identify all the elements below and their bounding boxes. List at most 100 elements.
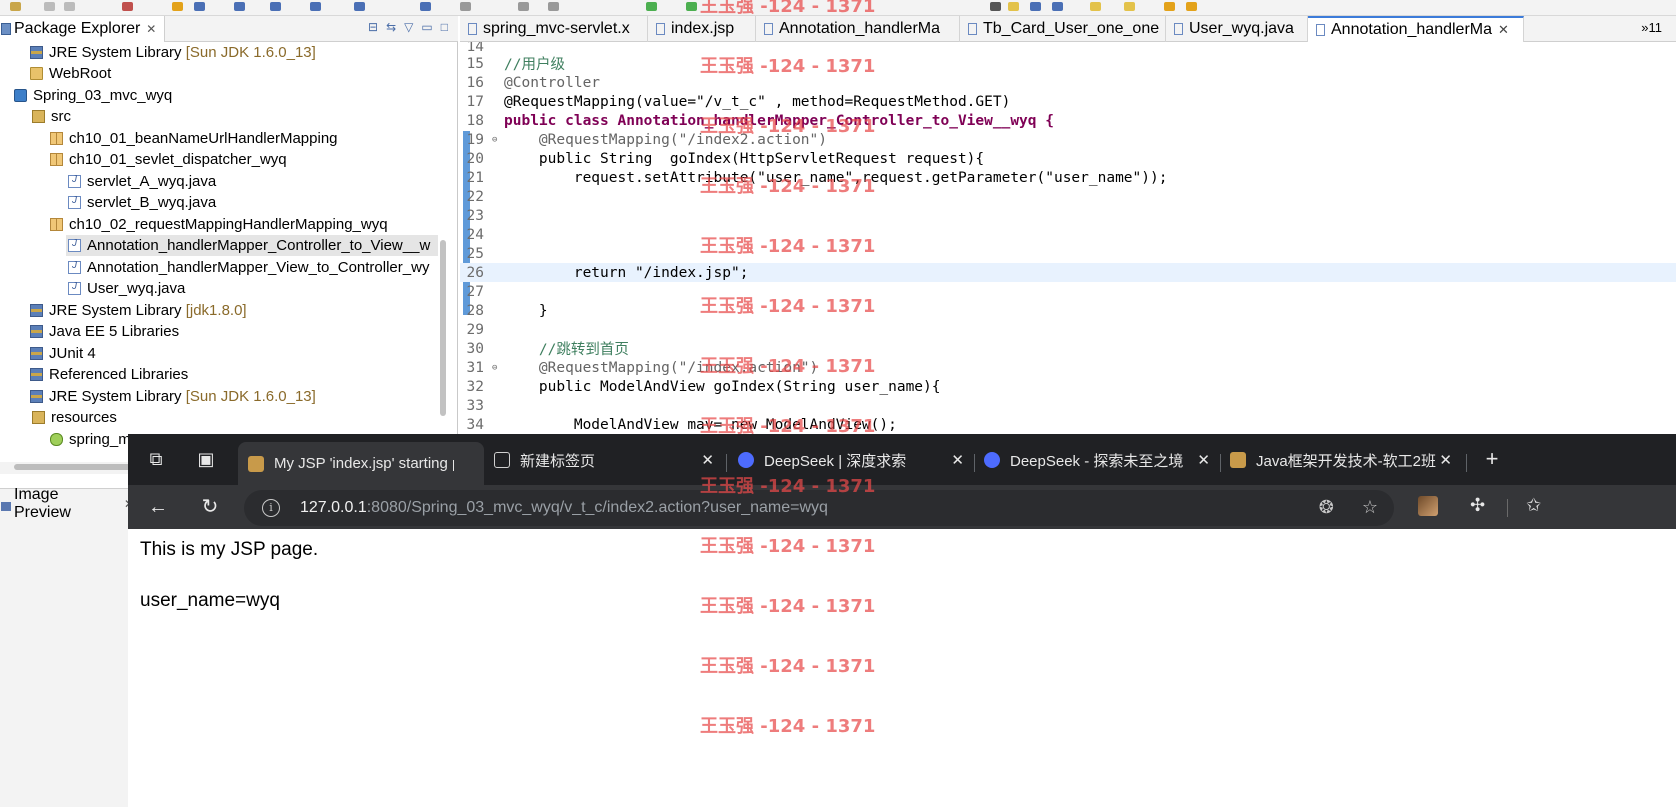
browser-tab-active[interactable]: My JSP 'index.jsp' starting p [238, 442, 484, 485]
favorites-icon[interactable]: ✩ [1526, 495, 1541, 516]
toolbar-icon[interactable] [1008, 2, 1019, 11]
editor-tab-active[interactable]: Annotation_handlerMa ✕ [1308, 16, 1524, 42]
close-icon[interactable]: ✕ [1439, 451, 1452, 469]
page-user-name: user_name=wyq [140, 590, 280, 611]
back-arrow-icon[interactable]: ← [146, 495, 170, 519]
toolbar-icon[interactable] [1090, 2, 1101, 11]
tree-item[interactable]: src [32, 106, 71, 127]
editor-tab[interactable]: index.jsp [648, 16, 756, 42]
java-file-icon [1174, 23, 1183, 35]
reload-icon[interactable]: ↻ [198, 495, 222, 519]
editor-tab-label: Annotation_handlerMa [779, 20, 941, 37]
toolbar-icon[interactable] [460, 2, 471, 11]
editor-tab-overflow[interactable]: »11 [1641, 20, 1662, 35]
favorite-star-icon[interactable]: ☆ [1362, 497, 1378, 518]
toolbar-icon[interactable] [1052, 2, 1063, 11]
workspaces-icon[interactable]: ⧉ [146, 449, 166, 469]
tree-item[interactable]: ch10_01_beanNameUrlHandlerMapping [50, 128, 338, 149]
fold-icon[interactable]: ⊖ [492, 363, 497, 373]
new-tab-plus-icon[interactable]: + [1482, 448, 1502, 470]
java-file-icon [968, 23, 977, 35]
tree-item[interactable]: servlet_B_wyq.java [68, 192, 216, 213]
eclipse-toolbar [0, 0, 1676, 16]
code-line-current: 26 return "/index.jsp"; [460, 263, 1676, 282]
toolbar-icon[interactable] [548, 2, 559, 11]
minimize-icon[interactable]: ▭ [421, 20, 432, 34]
tree-item[interactable]: ch10_02_requestMappingHandlerMapping_wyq [50, 214, 388, 235]
tree-item[interactable]: JRE System Library [Sun JDK 1.6.0_13] [30, 386, 316, 407]
editor-tab[interactable]: Tb_Card_User_one_one [960, 16, 1166, 42]
tree-item[interactable]: Spring_03_mvc_wyq [14, 85, 172, 106]
line-number: 16 [466, 74, 484, 91]
toolbar-icon[interactable] [44, 2, 55, 11]
toolbar-icon[interactable] [310, 2, 321, 11]
tree-item[interactable]: ch10_01_sevlet_dispatcher_wyq [50, 149, 287, 170]
code-line: 24 [460, 225, 1676, 244]
library-icon [30, 304, 43, 317]
tree-item[interactable]: WebRoot [30, 63, 111, 84]
toolbar-icon[interactable] [10, 2, 21, 11]
package-icon [50, 218, 63, 231]
toolbar-icon[interactable] [234, 2, 245, 11]
toolbar-icon[interactable] [990, 2, 1001, 11]
package-explorer-tab[interactable]: Package Explorer ✕ [0, 16, 166, 42]
toolbar-icon[interactable] [354, 2, 365, 11]
toolbar-icon[interactable] [270, 2, 281, 11]
fold-icon[interactable]: ⊖ [492, 135, 497, 145]
toolbar-icon[interactable] [194, 2, 205, 11]
view-menu-icon[interactable]: ▽ [404, 20, 413, 34]
editor-tab[interactable]: Annotation_handlerMa [756, 16, 960, 42]
close-icon[interactable]: ✕ [146, 22, 156, 36]
tree-item-selected[interactable]: Annotation_handlerMapper_Controller_to_V… [66, 235, 438, 256]
editor-tab[interactable]: User_wyq.java [1166, 16, 1308, 42]
tree-item[interactable]: JUnit 4 [30, 343, 96, 364]
tree-item[interactable]: JRE System Library [Sun JDK 1.6.0_13] [30, 42, 316, 63]
address-bar[interactable]: i 127.0.0.1:8080/Spring_03_mvc_wyq/v_t_c… [244, 490, 1394, 526]
tree-vertical-scrollbar[interactable] [440, 240, 446, 416]
close-icon[interactable]: ✕ [1197, 451, 1210, 469]
tree-item[interactable]: servlet_A_wyq.java [68, 171, 216, 192]
site-info-icon[interactable]: i [262, 499, 280, 517]
browser-tab[interactable]: Java框架开发技术-软工2班- ✕ [1220, 442, 1462, 478]
tree-item[interactable]: Annotation_handlerMapper_View_to_Control… [68, 257, 429, 278]
code-line: 21 request.setAttribute("user_name",requ… [460, 168, 1676, 187]
toolbar-icon[interactable] [122, 2, 133, 11]
toolbar-icon[interactable] [64, 2, 75, 11]
browser-tab[interactable]: 新建标签页 ✕ [484, 442, 724, 478]
editor-tab[interactable]: spring_mvc-servlet.x [460, 16, 648, 42]
link-with-editor-icon[interactable]: ⇆ [386, 20, 396, 34]
tree-item[interactable]: spring_m [50, 429, 131, 450]
tree-item[interactable]: User_wyq.java [68, 278, 185, 299]
image-preview-tab[interactable]: Image Preview ✕ [0, 486, 134, 521]
close-icon[interactable]: ✕ [701, 451, 714, 469]
browser-tabstrip: ⧉ ▣ My JSP 'index.jsp' starting p 新建标签页 … [128, 434, 1676, 485]
close-icon[interactable]: ✕ [951, 451, 964, 469]
maximize-icon[interactable]: □ [441, 20, 448, 34]
toolbar-icon[interactable] [1186, 2, 1197, 11]
toolbar-icon[interactable] [686, 2, 697, 11]
toolbar-icon[interactable] [420, 2, 431, 11]
toolbar-icon[interactable] [1124, 2, 1135, 11]
java-code-editor[interactable]: 14 15 //用户级 16 @Controller 17 @RequestMappi… [460, 42, 1676, 434]
library-icon [30, 46, 43, 59]
project-tree: JRE System Library [Sun JDK 1.6.0_13] We… [0, 42, 446, 462]
collapse-all-icon[interactable]: ⊟ [368, 20, 378, 34]
toolbar-icon[interactable] [172, 2, 183, 11]
close-icon[interactable]: ✕ [1498, 22, 1509, 38]
browser-tab[interactable]: DeepSeek - 探索未至之境 ✕ [974, 442, 1220, 478]
browser-tab[interactable]: DeepSeek | 深度求索 ✕ [728, 442, 974, 478]
tree-item[interactable]: Referenced Libraries [30, 364, 188, 385]
tab-actions-icon[interactable]: ▣ [196, 449, 216, 469]
tree-item[interactable]: resources [32, 407, 117, 428]
profile-avatar[interactable] [1418, 496, 1438, 516]
toolbar-icon[interactable] [518, 2, 529, 11]
toolbar-icon[interactable] [1030, 2, 1041, 11]
line-number: 14 [466, 42, 484, 55]
tree-item[interactable]: Java EE 5 Libraries [30, 321, 179, 342]
immersive-reader-icon[interactable]: ❂ [1319, 497, 1334, 518]
extensions-icon[interactable]: ✣ [1470, 495, 1485, 516]
tree-item-label: ch10_02_requestMappingHandlerMapping_wyq [69, 216, 388, 233]
tree-item[interactable]: JRE System Library [jdk1.8.0] [30, 300, 247, 321]
toolbar-icon[interactable] [646, 2, 657, 11]
toolbar-icon[interactable] [1164, 2, 1175, 11]
